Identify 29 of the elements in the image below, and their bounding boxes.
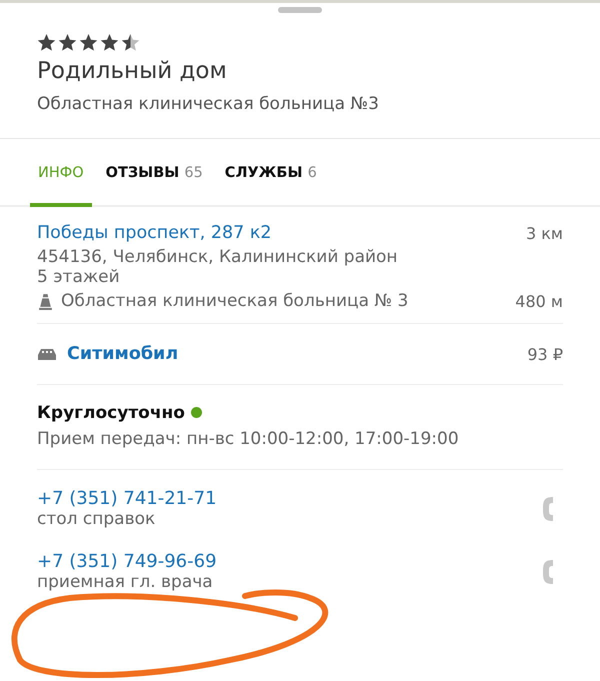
phone-label: приемная гл. врача — [37, 572, 214, 592]
tab[interactable]: ОТЗЫВЫ 65 — [98, 139, 211, 207]
place-subtitle: Областная клиническая больница №3 — [37, 94, 380, 114]
stop-name: Областная клиническая больница № 3 — [61, 291, 408, 311]
address-link[interactable]: Победы проспект, 287 к2 — [37, 223, 272, 243]
star-icon — [79, 33, 98, 52]
stop-icon — [37, 292, 54, 310]
place-title: Родильный дом — [37, 58, 228, 84]
star-icon — [37, 33, 56, 52]
phone-label: стол справок — [37, 509, 156, 529]
stop-distance: 480 м — [515, 292, 563, 310]
taxi-link[interactable]: Ситимобил — [67, 344, 178, 364]
drag-handle[interactable] — [278, 7, 322, 13]
address-city: 454136, Челябинск, Калининский район — [37, 247, 399, 267]
tab[interactable]: ИНФО — [30, 139, 92, 207]
tab[interactable]: СЛУЖБЫ 6 — [216, 139, 325, 207]
distance: 3 км — [526, 224, 563, 242]
taxi-price: 93 ₽ — [527, 344, 563, 364]
taxi-icon — [37, 347, 57, 361]
phone-link[interactable]: +7 (351) 749-96-69 — [37, 551, 217, 572]
phone-icon[interactable] — [540, 494, 553, 522]
star-icon — [58, 33, 77, 52]
hours-status: Круглосуточно — [37, 403, 185, 423]
phone-icon[interactable] — [540, 558, 553, 586]
hours-note: Прием передач: пн-вс 10:00-12:00, 17:00-19:00 — [37, 429, 460, 449]
phone-link[interactable]: +7 (351) 741-21-71 — [37, 488, 217, 509]
star-icon — [121, 33, 140, 52]
star-icon — [100, 33, 119, 52]
floor-count: 5 этажей — [37, 267, 121, 287]
